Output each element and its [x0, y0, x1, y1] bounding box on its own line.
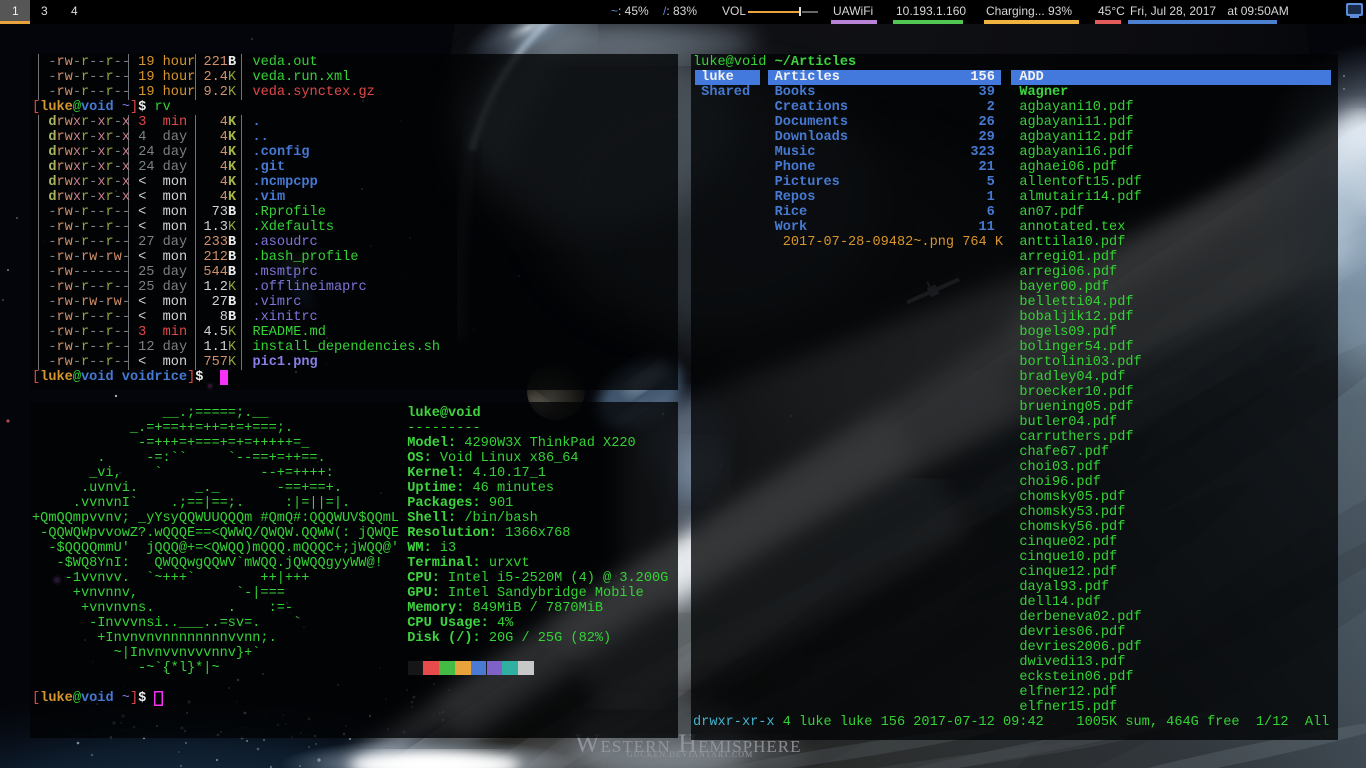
svg-text:GUCKEN.DEVIANTART.COM: GUCKEN.DEVIANTART.COM: [627, 750, 753, 759]
